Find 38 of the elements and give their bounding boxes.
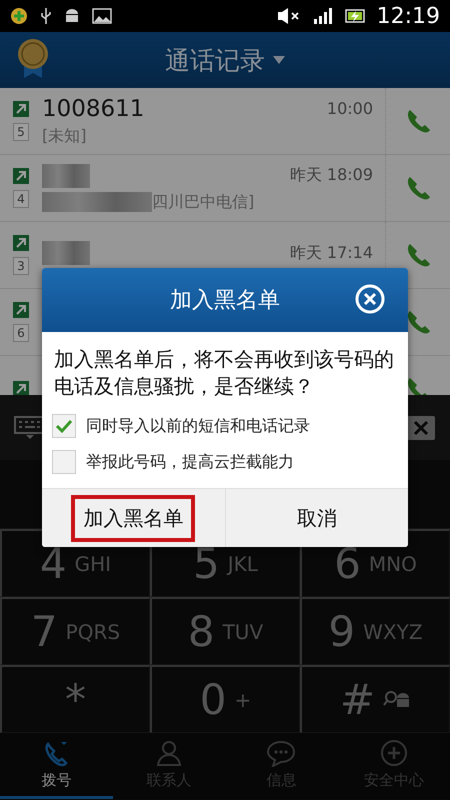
call-count: 6	[13, 324, 29, 342]
checkbox-label[interactable]: 举报此号码，提高云拦截能力	[86, 452, 294, 472]
security-app-icon	[10, 7, 28, 25]
battery-charging-icon	[344, 8, 365, 24]
android-icon	[64, 7, 80, 25]
dialog-button[interactable]: 加入黑名单	[71, 494, 196, 542]
checkbox-label[interactable]: 同时导入以前的短信和电话记录	[86, 416, 310, 436]
call-time: 昨天 17:14	[290, 242, 373, 264]
medal-icon	[16, 36, 50, 80]
outgoing-arrow-icon	[13, 235, 29, 251]
usb-icon	[40, 7, 52, 25]
dialog-message: 加入黑名单后，将不会再收到该号码的电话及信息骚扰，是否继续？	[53, 346, 395, 400]
call-count: 3	[13, 257, 29, 275]
dialog-title: 加入黑名单	[170, 287, 280, 315]
person-icon	[154, 739, 183, 767]
caller-number: 1008611	[42, 96, 144, 122]
bottom-tab[interactable]: 拨号	[0, 733, 112, 799]
checkbox[interactable]	[52, 414, 76, 438]
call-time: 10:00	[326, 99, 373, 118]
dial-key[interactable]: *	[0, 665, 150, 733]
delete-icon[interactable]	[406, 414, 436, 440]
header-title[interactable]: 通话记录	[165, 44, 265, 76]
muted-speaker-icon	[276, 7, 301, 25]
plus-circle-icon	[380, 739, 408, 767]
dropdown-caret-icon[interactable]	[273, 56, 285, 64]
call-count: 4	[13, 190, 29, 208]
dial-key[interactable]: #	[300, 665, 450, 733]
signal-icon	[312, 7, 333, 25]
call-time: 昨天 18:09	[290, 165, 373, 186]
outgoing-arrow-icon	[13, 168, 29, 184]
caller-location: 四川巴中电信]	[152, 192, 254, 212]
dial-key[interactable]: 0 +	[150, 665, 300, 733]
clock-time: 12:19	[376, 4, 440, 28]
call-count: 5	[13, 123, 29, 141]
checkbox[interactable]	[52, 450, 76, 474]
image-icon	[92, 8, 112, 24]
caller-location: [未知]	[42, 126, 86, 146]
chat-bubble-icon	[266, 739, 296, 767]
